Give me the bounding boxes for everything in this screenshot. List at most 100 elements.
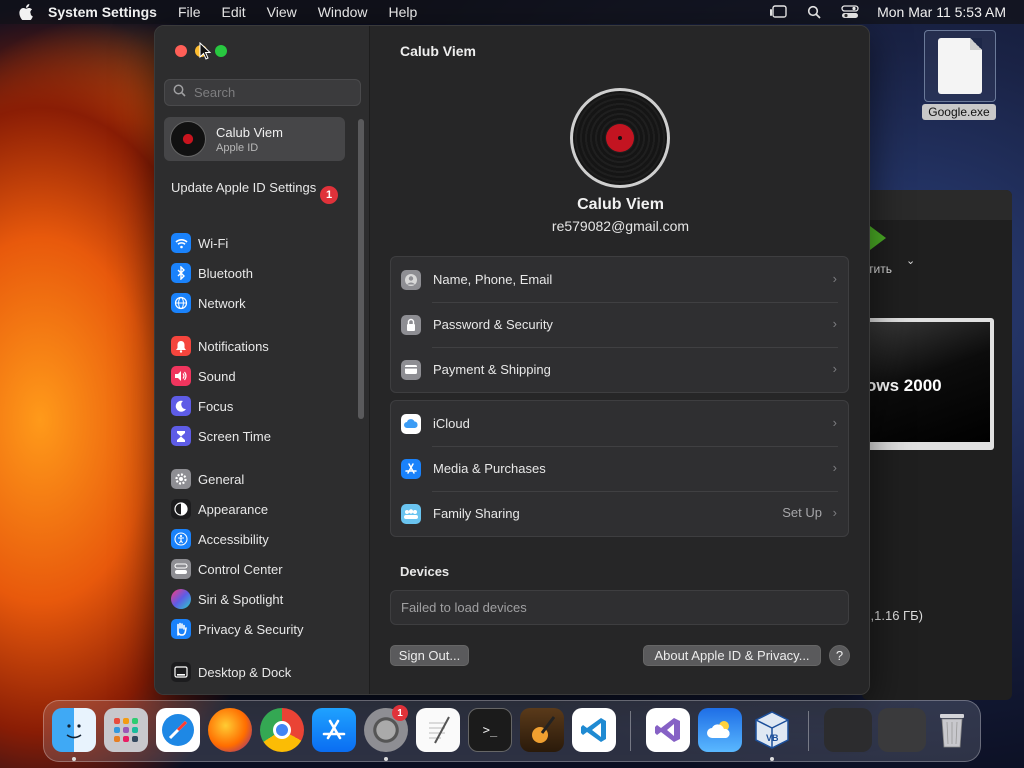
sidebar-item-label: Privacy & Security: [198, 621, 304, 637]
running-indicator: [72, 757, 76, 761]
sidebar-item-accessibility[interactable]: Accessibility: [171, 528, 269, 550]
account-name: Calub Viem: [216, 124, 283, 140]
cloud-icon: [401, 413, 421, 434]
weather-icon[interactable]: [698, 708, 742, 752]
close-button[interactable]: [175, 45, 187, 57]
sidebar-item-apple-id[interactable]: Calub Viem Apple ID: [164, 117, 345, 161]
chevron-down-icon[interactable]: ⌄: [906, 254, 915, 267]
appearance-icon: [171, 499, 191, 519]
menu-help[interactable]: Help: [389, 4, 418, 20]
help-button[interactable]: ?: [829, 645, 850, 666]
vm-preview-text: ows 2000: [866, 376, 942, 395]
row-media-purchases[interactable]: Media & Purchases ›: [391, 446, 848, 491]
menu-view[interactable]: View: [267, 4, 297, 20]
sidebar-item-notifications[interactable]: Notifications: [171, 335, 269, 357]
sign-out-button[interactable]: Sign Out...: [390, 645, 469, 666]
menu-file[interactable]: File: [178, 4, 201, 20]
search-field[interactable]: [164, 79, 361, 106]
row-label: Media & Purchases: [433, 461, 546, 476]
search-input[interactable]: [194, 85, 354, 100]
services-group: iCloud › Media & Purchases › Family Shar…: [390, 400, 849, 537]
lock-icon: [401, 314, 421, 335]
window-thumbnail-icon[interactable]: [824, 708, 872, 752]
family-icon: [401, 503, 421, 524]
desktop-file[interactable]: Google.exe: [922, 30, 996, 122]
hand-icon: [171, 619, 191, 639]
visual-studio-icon[interactable]: [646, 708, 690, 752]
sidebar-item-label: Wi-Fi: [198, 235, 229, 251]
sidebar-item-siri-spotlight[interactable]: Siri & Spotlight: [171, 588, 283, 610]
row-password-security[interactable]: Password & Security ›: [391, 302, 848, 347]
sidebar-item-screen-time[interactable]: Screen Time: [171, 425, 271, 447]
row-payment-shipping[interactable]: Payment & Shipping ›: [391, 347, 848, 392]
running-indicator: [770, 757, 774, 761]
launchpad-icon[interactable]: [104, 708, 148, 752]
textedit-icon[interactable]: [416, 708, 460, 752]
sidebar-item-general[interactable]: General: [171, 468, 244, 490]
row-family-sharing[interactable]: Family Sharing Set Up ›: [391, 491, 848, 536]
chrome-icon[interactable]: [260, 708, 304, 752]
profile-avatar[interactable]: [570, 88, 670, 188]
apple-menu-icon[interactable]: [18, 4, 34, 20]
row-label: Password & Security: [433, 317, 553, 332]
chevron-right-icon: ›: [832, 460, 837, 475]
menu-window[interactable]: Window: [318, 4, 368, 20]
sidebar-scrollbar[interactable]: [358, 119, 364, 419]
sidebar-item-bluetooth[interactable]: Bluetooth: [171, 262, 253, 284]
bluetooth-icon: [171, 263, 191, 283]
sidebar-item-network[interactable]: Network: [171, 292, 246, 314]
sidebar-item-label: Sound: [198, 368, 236, 384]
menu-app-name[interactable]: System Settings: [48, 4, 157, 20]
safari-icon[interactable]: [156, 708, 200, 752]
app-store-icon[interactable]: [312, 708, 356, 752]
accessibility-icon: [171, 529, 191, 549]
spotlight-search-icon[interactable]: [805, 5, 823, 19]
sidebar-item-privacy-security[interactable]: Privacy & Security: [171, 618, 303, 640]
person-icon: [401, 269, 421, 290]
gear-icon: [171, 469, 191, 489]
finder-icon[interactable]: [52, 708, 96, 752]
menu-edit[interactable]: Edit: [222, 4, 246, 20]
sidebar-item-label: Appearance: [198, 501, 269, 517]
globe-icon: [171, 293, 191, 313]
menu-clock[interactable]: Mon Mar 11 5:53 AM: [877, 4, 1006, 20]
sidebar-item-label: Bluetooth: [198, 265, 253, 281]
wifi-icon: [171, 233, 191, 253]
terminal-icon[interactable]: >_: [468, 708, 512, 752]
main-content: Calub Viem Calub Viem re579082@gmail.com…: [370, 26, 869, 694]
sidebar-item-label: Control Center: [198, 561, 283, 577]
profile-email: re579082@gmail.com: [551, 218, 690, 234]
zoom-button[interactable]: [215, 45, 227, 57]
control-center-icon[interactable]: [841, 5, 859, 19]
sidebar-item-appearance[interactable]: Appearance: [171, 498, 268, 520]
sidebar-item-desktop-dock[interactable]: Desktop & Dock: [171, 661, 291, 683]
stage-manager-icon[interactable]: [769, 5, 787, 19]
virtualbox-icon[interactable]: VB: [750, 708, 794, 752]
control-center-icon: [171, 559, 191, 579]
about-apple-id-privacy-button[interactable]: About Apple ID & Privacy...: [643, 645, 821, 666]
garageband-icon[interactable]: [520, 708, 564, 752]
firefox-icon[interactable]: [208, 708, 252, 752]
card-icon: [401, 359, 421, 380]
play-icon[interactable]: [870, 226, 886, 250]
sidebar-item-sound[interactable]: Sound: [171, 365, 236, 387]
window-thumbnail-icon[interactable]: [878, 708, 926, 752]
row-name-phone-email[interactable]: Name, Phone, Email ›: [391, 257, 848, 302]
mouse-pointer-icon: [199, 41, 212, 65]
chevron-right-icon: ›: [832, 316, 837, 331]
chevron-right-icon: ›: [832, 361, 837, 376]
sidebar-item-wifi[interactable]: Wi-Fi: [171, 232, 228, 254]
row-icloud[interactable]: iCloud ›: [391, 401, 848, 446]
dock: 1 >_ VB: [43, 700, 981, 762]
vscode-icon[interactable]: [572, 708, 616, 752]
account-settings-group: Name, Phone, Email › Password & Security…: [390, 256, 849, 393]
trash-icon[interactable]: [930, 708, 974, 752]
dock-separator: [630, 711, 631, 751]
avatar: [170, 121, 206, 157]
running-indicator: [384, 757, 388, 761]
background-window[interactable]: стить ⌄ ows 2000 Б,1.16 ГБ): [862, 190, 1012, 700]
sidebar-item-focus[interactable]: Focus: [171, 395, 233, 417]
sidebar-item-label: Network: [198, 295, 246, 311]
siri-icon: [171, 589, 191, 609]
sidebar-item-control-center[interactable]: Control Center: [171, 558, 283, 580]
